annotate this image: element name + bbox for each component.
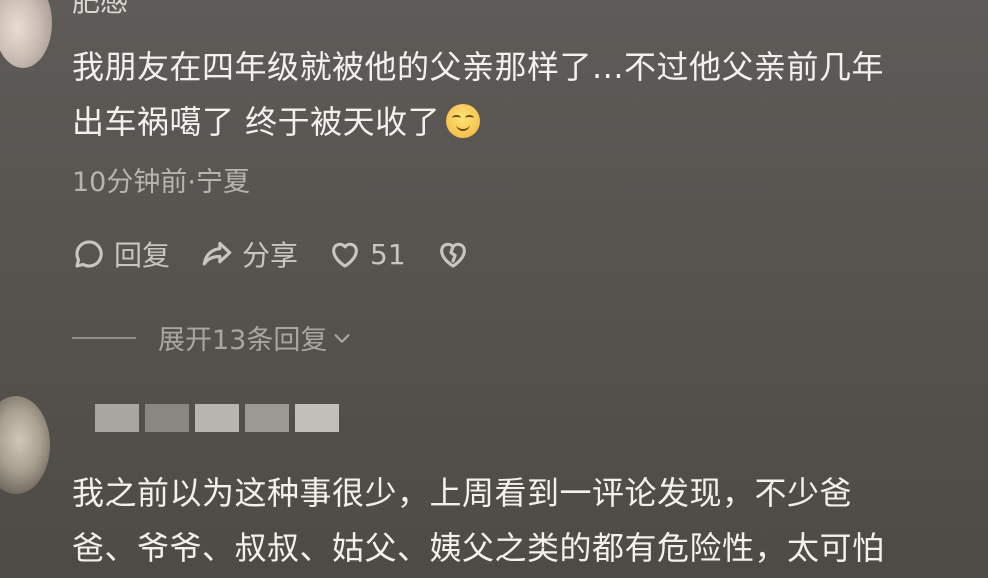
like-button[interactable]: 51 (328, 237, 406, 271)
comment-actions: 回复 分享 51 (72, 234, 508, 274)
comment-text-line: 爸、爷爷、叔叔、姑父、姨父之类的都有危险性，太可怕 (72, 529, 885, 567)
comment-text-line: 我之前以为这种事很少，上周看到一评论发现，不少爸 (72, 474, 853, 512)
expand-replies[interactable]: 展开13条回复 (72, 318, 353, 357)
share-label: 分享 (242, 239, 299, 272)
reply-label: 回复 (114, 239, 171, 272)
broken-heart-icon (439, 242, 466, 268)
speech-bubble-icon (75, 240, 103, 268)
comment-text: 我之前以为这种事很少，上周看到一评论发现，不少爸 爸、爷爷、叔叔、姑父、姨父之类… (72, 466, 972, 576)
share-arrow-icon (202, 241, 232, 266)
comment-text: 我朋友在四年级就被他的父亲那样了...不过他父亲前几年 出车祸噶了 终于被天收了 (72, 40, 952, 150)
heart-icon (332, 242, 358, 268)
user-avatar[interactable] (0, 0, 52, 68)
expand-replies-label: 展开13条回复 (158, 325, 328, 356)
reply-button[interactable]: 回复 (72, 234, 170, 274)
dislike-button[interactable] (436, 237, 478, 271)
comment-text-line: 出车祸噶了 终于被天收了 (72, 103, 441, 141)
divider-line (72, 336, 136, 339)
share-button[interactable]: 分享 (200, 234, 298, 274)
chevron-down-icon (334, 333, 350, 343)
comment-meta: 10分钟前·宁夏 (72, 167, 250, 198)
comment-username[interactable]: 肥感 (72, 0, 128, 20)
user-avatar[interactable] (0, 396, 50, 494)
smiling-face-emoji-icon (446, 104, 481, 138)
blurred-username[interactable] (95, 404, 339, 432)
like-count: 51 (370, 237, 406, 271)
comment-text-line: 我朋友在四年级就被他的父亲那样了...不过他父亲前几年 (72, 48, 885, 86)
comment-text-line-with-emoji: 出车祸噶了 终于被天收了 (72, 95, 952, 150)
